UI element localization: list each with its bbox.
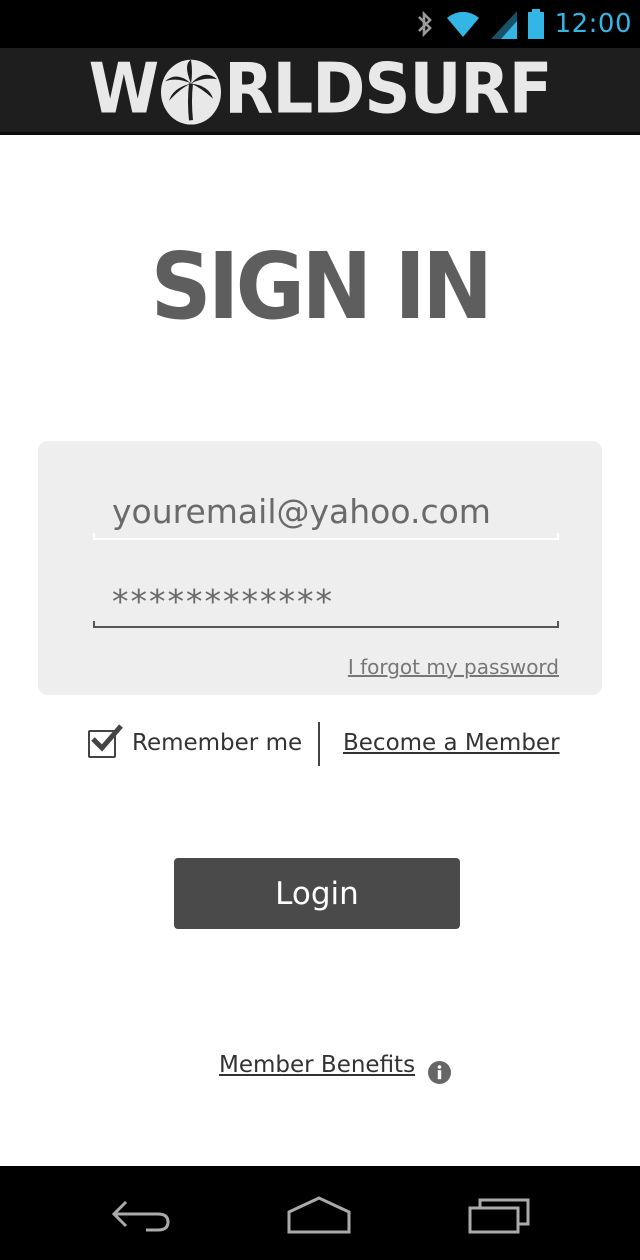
email-underline xyxy=(93,533,559,540)
signal-icon xyxy=(490,11,517,39)
info-icon[interactable] xyxy=(428,1061,451,1084)
battery-icon xyxy=(527,9,544,39)
email-field[interactable] xyxy=(94,489,558,533)
app-bar: W RLDSURF xyxy=(0,48,640,135)
worldsurf-logo: W RLDSURF xyxy=(0,45,640,136)
bluetooth-icon xyxy=(417,10,432,38)
member-benefits-link[interactable]: Member Benefits xyxy=(219,1052,415,1078)
remember-me-checkbox[interactable] xyxy=(88,724,123,758)
status-time: 12:00 xyxy=(554,9,632,39)
checkmark-icon xyxy=(91,724,123,752)
login-button[interactable]: Login xyxy=(174,858,460,929)
palm-tree-icon xyxy=(157,53,225,126)
back-icon[interactable] xyxy=(106,1194,176,1236)
nav-bar xyxy=(0,1166,640,1260)
wifi-icon xyxy=(446,11,479,37)
login-card: I forgot my password xyxy=(38,441,602,695)
password-underline xyxy=(93,621,559,628)
logo-text-left: W xyxy=(88,50,160,130)
status-icons: 12:00 xyxy=(415,0,632,48)
forgot-password-link[interactable]: I forgot my password xyxy=(348,655,559,679)
options-divider xyxy=(318,722,320,766)
password-field[interactable] xyxy=(94,579,558,623)
home-icon[interactable] xyxy=(284,1194,354,1236)
status-bar: 12:00 xyxy=(0,0,640,48)
become-member-link[interactable]: Become a Member xyxy=(343,730,560,756)
logo-text-right: RLDSURF xyxy=(224,50,552,130)
page-title: SIGN IN xyxy=(150,233,493,340)
recent-apps-icon[interactable] xyxy=(464,1194,534,1236)
remember-me-label: Remember me xyxy=(132,730,303,756)
options-row: Remember me Become a Member xyxy=(0,722,640,766)
